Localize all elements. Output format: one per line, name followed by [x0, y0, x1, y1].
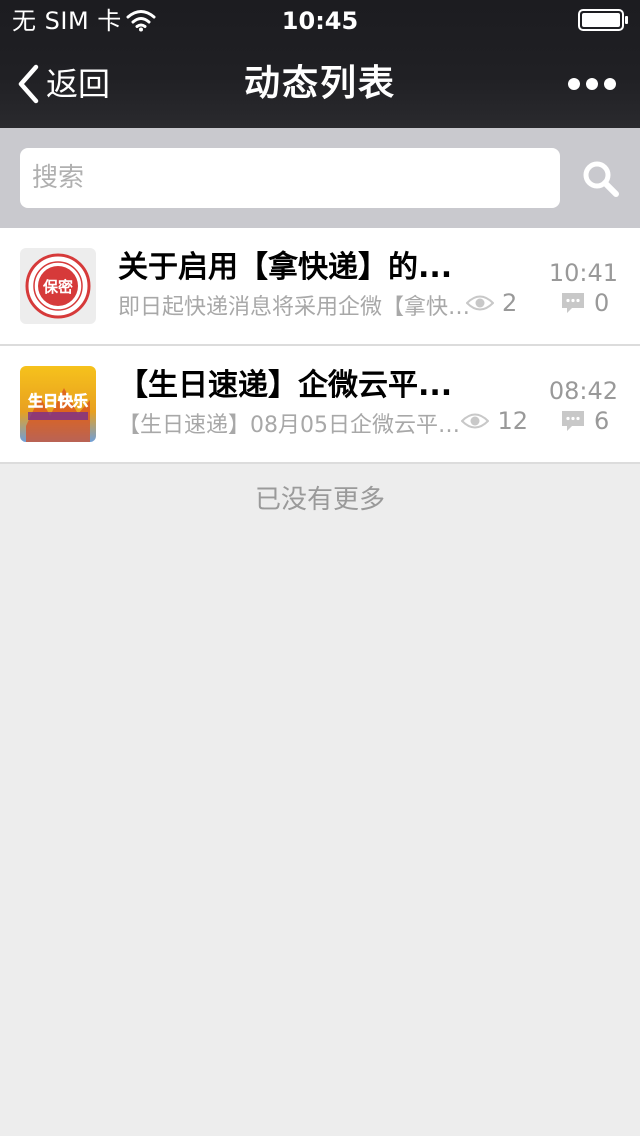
post-thumbnail: 保密: [20, 248, 96, 324]
confidential-stamp-icon: 保密: [20, 248, 96, 324]
post-time: 10:41: [548, 259, 618, 287]
search-bar: [0, 128, 640, 228]
eye-icon: [466, 295, 494, 311]
comment-count: 0: [560, 288, 620, 318]
comment-count: 6: [560, 406, 620, 436]
post-summary: 【生日速递】08月05日企微云平台生日: [118, 413, 478, 438]
svg-text:保密: 保密: [42, 278, 73, 296]
status-bar: 无 SIM 卡 10:45: [0, 0, 640, 40]
birthday-image-icon: 生日快乐: [20, 366, 96, 442]
list-item[interactable]: 生日快乐 【生日速递】企微云平... 【生日速递】08月05日企微云平台生日 0…: [0, 346, 640, 464]
comment-count-value: 6: [594, 407, 610, 435]
post-title: 【生日速递】企微云平...: [118, 368, 453, 403]
status-time: 10:45: [281, 7, 359, 35]
no-more-label: 已没有更多: [254, 485, 385, 515]
battery-full-icon: [578, 9, 628, 31]
comment-count-value: 0: [594, 289, 610, 317]
view-count: 12: [461, 406, 528, 436]
post-thumbnail: 生日快乐: [20, 366, 96, 442]
view-count: 2: [466, 288, 528, 318]
post-title: 关于启用【拿快递】的...: [118, 250, 453, 285]
top-bar: 无 SIM 卡 10:45 返回 动态列表: [0, 0, 640, 128]
post-time: 08:42: [548, 377, 618, 405]
comment-icon: [562, 411, 584, 431]
more-dots-icon[interactable]: [562, 70, 622, 98]
search-input[interactable]: [20, 148, 560, 208]
page-title: 动态列表: [243, 63, 396, 104]
post-summary: 即日起快递消息将采用企微【拿快递】: [118, 295, 478, 320]
nav-bar: 返回 动态列表: [0, 40, 640, 128]
eye-icon: [461, 413, 490, 429]
view-count-value: 12: [497, 407, 528, 435]
list-item[interactable]: 保密 关于启用【拿快递】的... 即日起快递消息将采用企微【拿快递】 10:41…: [0, 228, 640, 346]
svg-text:生日快乐: 生日快乐: [28, 392, 88, 410]
search-icon[interactable]: [580, 158, 622, 200]
comment-icon: [562, 293, 584, 313]
view-count-value: 2: [502, 289, 518, 317]
post-list: 保密 关于启用【拿快递】的... 即日起快递消息将采用企微【拿快递】 10:41…: [0, 228, 640, 464]
